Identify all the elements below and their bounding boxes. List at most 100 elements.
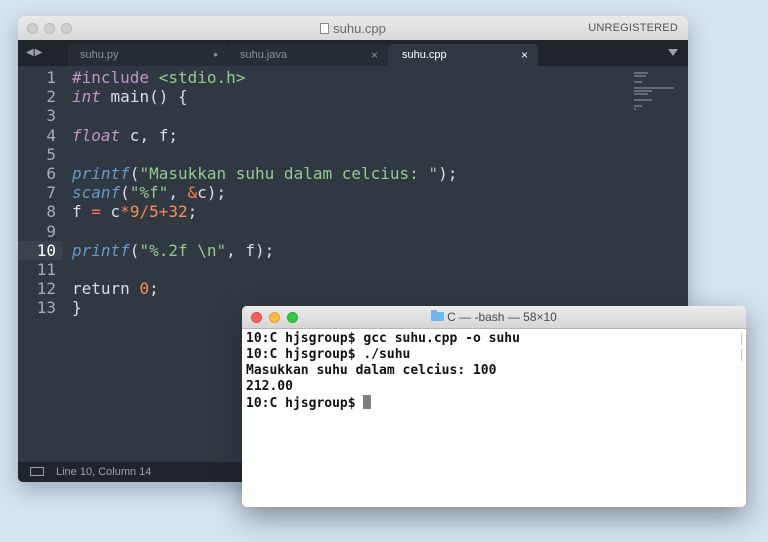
code-text: f = c*9/5+32; [72, 202, 197, 221]
tab-close-icon[interactable]: × [371, 48, 378, 62]
code-token: & [187, 183, 198, 202]
code-token: main() { [100, 87, 188, 106]
tab-close-icon[interactable]: × [521, 48, 528, 62]
line-number: 6 [46, 164, 56, 183]
terminal-line-text: 10:C hjsgroup$ gcc suhu.cpp -o suhu [246, 331, 520, 346]
tab-bar: ◀▶ suhu.py ● suhu.java × suhu.cpp × [18, 40, 688, 66]
code-token: = [91, 202, 101, 221]
tab-suhu-py[interactable]: suhu.py ● [68, 44, 228, 66]
code-token: "%.2f \n" [139, 241, 227, 260]
terminal-line-text: 10:C hjsgroup$ [246, 396, 364, 411]
tab-label: suhu.py [80, 49, 119, 61]
terminal-line-text: 10:C hjsgroup$ ./suhu [246, 347, 411, 362]
line-number: 12 [36, 279, 56, 298]
code-token: , [168, 183, 188, 202]
line-number: 11 [36, 260, 56, 279]
scroll-mark [741, 333, 742, 345]
code-token: c, f; [120, 126, 178, 145]
code-line[interactable]: 12 return 0; [18, 279, 658, 298]
line-number: 2 [46, 87, 56, 106]
code-text: scanf("%f", &c); [72, 183, 226, 202]
code-token: "Masukkan suhu dalam celcius: " [139, 164, 439, 183]
code-token: printf [72, 241, 130, 260]
tab-label: suhu.java [240, 49, 288, 61]
code-token: <stdio.h> [158, 68, 246, 87]
code-token: f [72, 202, 92, 221]
code-token: 32 [168, 202, 188, 221]
tab-suhu-cpp[interactable]: suhu.cpp × [388, 44, 538, 66]
code-line[interactable]: 7 scanf("%f", &c); [18, 183, 658, 202]
code-line[interactable]: 6 printf("Masukkan suhu dalam celcius: ")… [18, 164, 658, 183]
code-line[interactable]: 8 f = c*9/5+32; [18, 202, 658, 221]
terminal-line: Masukkan suhu dalam celcius: 100 [246, 363, 740, 379]
line-number: 8 [46, 202, 56, 221]
code-token: int [72, 87, 101, 106]
code-token: printf [72, 164, 130, 183]
code-token: "%f" [129, 183, 169, 202]
code-token: } [72, 298, 82, 317]
code-token: return [72, 279, 140, 298]
unregistered-label: UNREGISTERED [588, 22, 678, 34]
code-token: c); [197, 183, 227, 202]
code-token: + [158, 202, 169, 221]
terminal-line-text: Masukkan suhu dalam celcius: 100 [246, 363, 497, 378]
tab-overflow-chevron-icon[interactable] [668, 49, 678, 56]
code-token: 0 [139, 279, 150, 298]
code-text: int main() { [72, 87, 188, 106]
terminal-window: C — -bash — 58×10 10:C hjsgroup$ gcc suh… [242, 306, 746, 507]
code-token: ( [120, 183, 130, 202]
code-token: ); [438, 164, 458, 183]
terminal-line-text: 212.00 [246, 379, 293, 394]
folder-icon [431, 310, 445, 321]
code-token: c [100, 202, 121, 221]
code-text: } [72, 298, 82, 317]
tab-label: suhu.cpp [402, 49, 447, 61]
code-line[interactable]: 1 #include <stdio.h> [18, 68, 658, 87]
editor-title-text: suhu.cpp [333, 21, 386, 36]
code-token: ; [149, 279, 159, 298]
code-line[interactable]: 4 float c, f; [18, 126, 658, 145]
code-text: float c, f; [72, 126, 178, 145]
line-number: 3 [46, 106, 56, 125]
tab-nav-arrows-icon[interactable]: ◀▶ [26, 47, 43, 58]
line-number: 10 [36, 241, 56, 260]
scroll-mark [741, 349, 742, 361]
code-line[interactable]: 10 printf("%.2f \n", f); [18, 241, 658, 260]
code-token: ( [129, 241, 140, 260]
terminal-line: 10:C hjsgroup$ ./suhu [246, 347, 740, 363]
line-number: 13 [36, 298, 56, 317]
code-token: 5 [149, 202, 159, 221]
terminal-title-text: C — -bash — 58×10 [447, 310, 557, 324]
code-token: #include [72, 68, 159, 87]
terminal-line: 212.00 [246, 379, 740, 395]
code-token: / [139, 202, 150, 221]
code-token: 9 [129, 202, 140, 221]
line-number: 1 [46, 68, 56, 87]
code-text: printf("%.2f \n", f); [72, 241, 274, 260]
code-token: , f); [226, 241, 275, 260]
line-number: 5 [46, 145, 56, 164]
code-text: printf("Masukkan suhu dalam celcius: "); [72, 164, 457, 183]
unsaved-dot-icon[interactable]: ● [213, 50, 218, 59]
code-line[interactable]: 9 [18, 222, 658, 241]
cpp-file-icon [320, 23, 330, 34]
terminal-cursor [363, 395, 372, 409]
code-line[interactable]: 2 int main() { [18, 87, 658, 106]
terminal-title: C — -bash — 58×10 [242, 310, 746, 324]
line-number: 9 [46, 222, 56, 241]
terminal-output[interactable]: 10:C hjsgroup$ gcc suhu.cpp -o suhu 10:C … [246, 331, 740, 507]
code-text: return 0; [72, 279, 159, 298]
code-token: scanf [72, 183, 121, 202]
cursor-position: Line 10, Column 14 [56, 466, 152, 478]
editor-titlebar: suhu.cpp UNREGISTERED [18, 16, 688, 41]
terminal-line: 10:C hjsgroup$ [246, 395, 740, 411]
tab-suhu-java[interactable]: suhu.java × [228, 44, 388, 66]
code-token: ( [129, 164, 140, 183]
terminal-titlebar: C — -bash — 58×10 [242, 306, 746, 329]
screen-icon[interactable] [30, 467, 44, 476]
minimap[interactable] [634, 72, 674, 111]
code-line[interactable]: 11 [18, 260, 658, 279]
code-line[interactable]: 5 [18, 145, 658, 164]
code-line[interactable]: 3 [18, 106, 658, 125]
line-number: 7 [46, 183, 56, 202]
